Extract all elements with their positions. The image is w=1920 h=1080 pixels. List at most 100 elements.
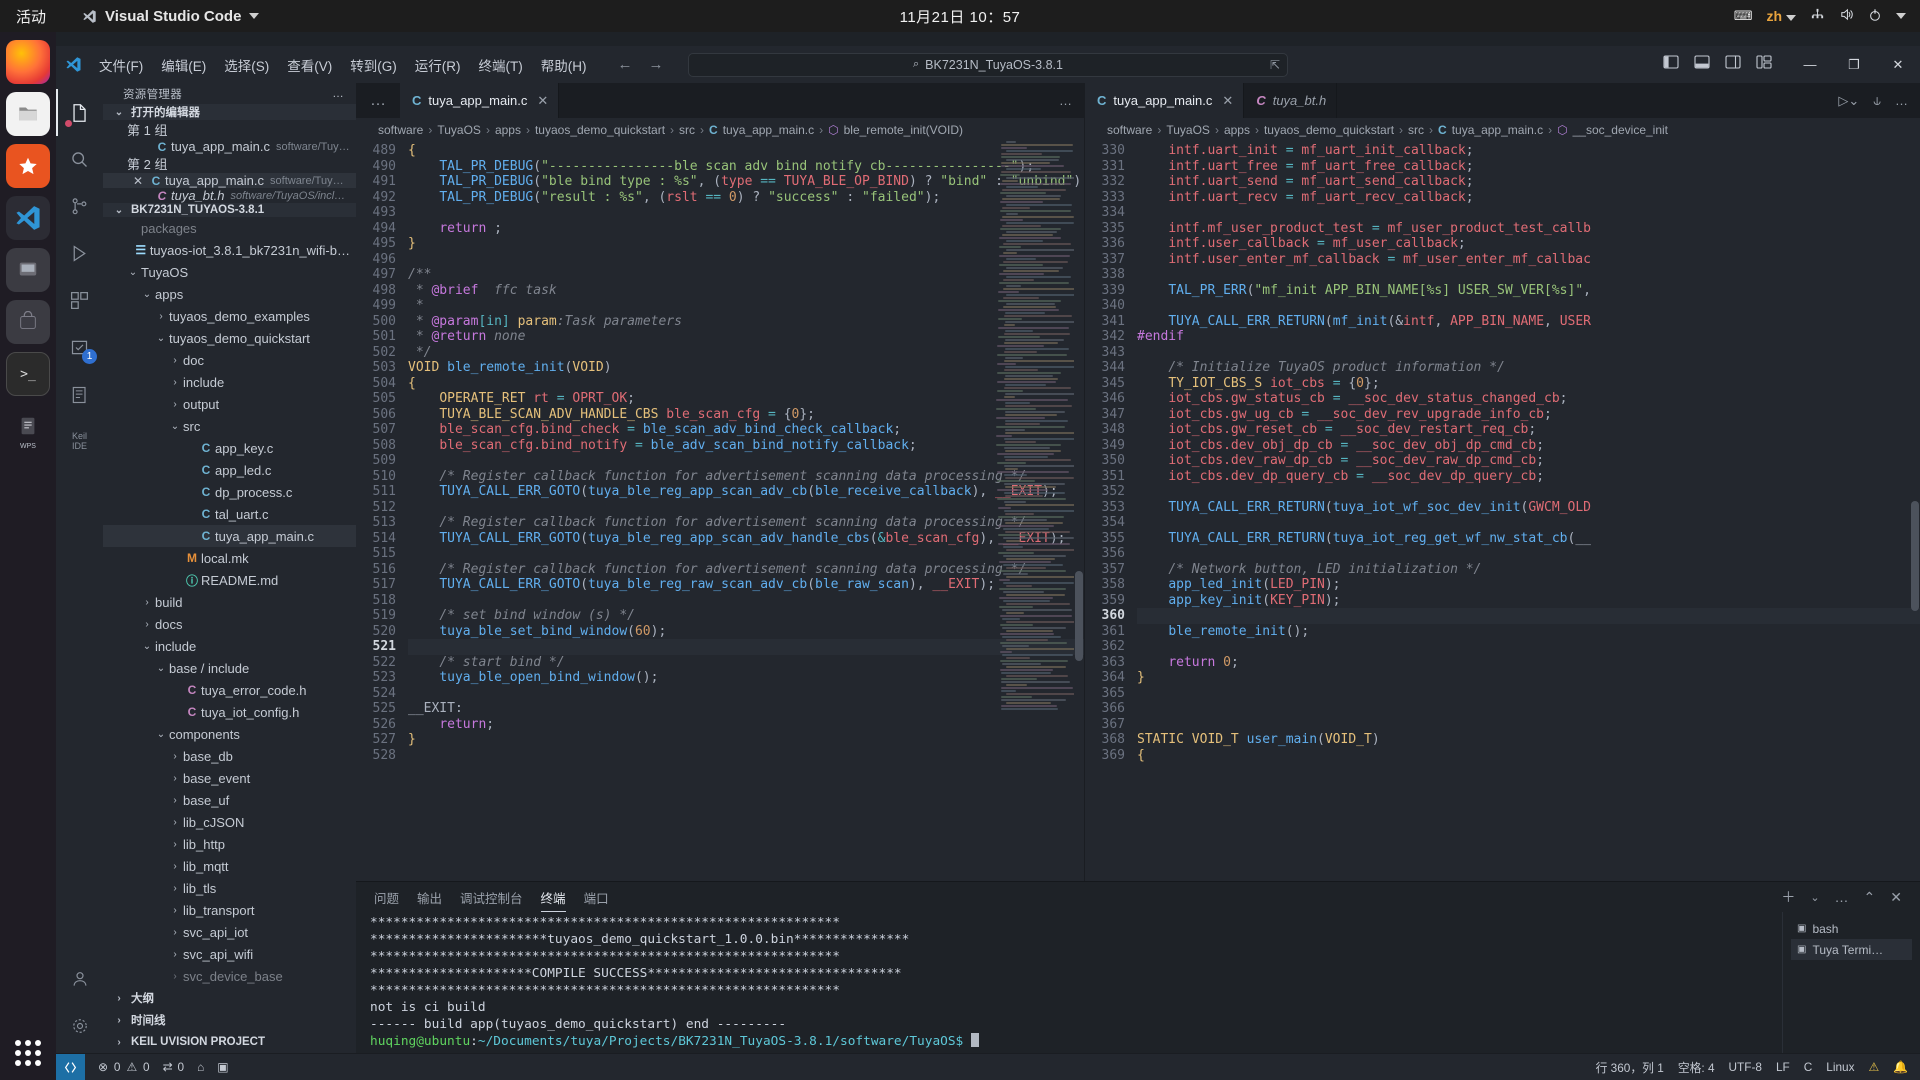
code-line[interactable] <box>1137 686 1920 702</box>
tree-item-base-include[interactable]: ⌄ base / include <box>103 657 356 679</box>
dock-icon-app-center[interactable] <box>6 144 50 188</box>
activity-keil-assistant[interactable]: Keil IDE <box>56 418 103 465</box>
tree-item-tuyaos[interactable]: ⌄ TuyaOS <box>103 261 356 283</box>
dock-icon-wps-office[interactable]: WPS <box>6 404 50 450</box>
code-line[interactable]: app_key_init(KEY_PIN); <box>1137 593 1920 609</box>
dock-icon-ubuntu-software[interactable] <box>6 248 50 292</box>
close-icon[interactable]: ✕ <box>537 93 548 109</box>
dock-icon-vscode[interactable] <box>6 196 50 240</box>
code-line[interactable]: intf.mf_user_product_test = mf_user_prod… <box>1137 221 1920 237</box>
toggle-primary-sidebar-icon[interactable] <box>1663 55 1679 74</box>
more-actions-icon[interactable]: … <box>1059 93 1072 108</box>
code-line[interactable] <box>1137 345 1920 361</box>
code-line[interactable]: ble_remote_init(); <box>1137 624 1920 640</box>
code-line[interactable]: /* Register callback function for advert… <box>408 515 1084 531</box>
code-line[interactable] <box>1137 205 1920 221</box>
terminal-list-item-bash[interactable]: ▣ bash <box>1791 918 1912 939</box>
code-line[interactable]: } <box>408 236 1084 252</box>
dock-icon-files[interactable] <box>6 92 50 136</box>
activity-run-and-debug[interactable] <box>56 230 103 277</box>
breadcrumb-file[interactable]: tuya_app_main.c <box>723 123 814 137</box>
code-line[interactable] <box>1137 484 1920 500</box>
code-line[interactable]: OPERATE_RET rt = OPRT_OK; <box>408 391 1084 407</box>
code-line[interactable]: * @return none <box>408 329 1084 345</box>
code-line[interactable]: * <box>408 298 1084 314</box>
code-line[interactable] <box>408 546 1084 562</box>
editor-group-2[interactable]: 第 2 组 <box>103 154 356 173</box>
panel-tab-debug-console[interactable]: 调试控制台 <box>460 883 523 911</box>
tree-item-app-key-c[interactable]: Capp_key.c <box>103 437 356 459</box>
menu-go[interactable]: 转到(G) <box>341 51 406 79</box>
code-line[interactable]: TUYA_BLE_SCAN_ADV_HANDLE_CBS ble_scan_cf… <box>408 407 1084 423</box>
code-line[interactable]: /** <box>408 267 1084 283</box>
code-line[interactable] <box>408 500 1084 516</box>
minimap-left[interactable] <box>996 141 1074 881</box>
network-icon[interactable] <box>1810 7 1825 25</box>
go-forward-icon[interactable]: → <box>649 56 664 73</box>
tree-item-local-mk[interactable]: Mlocal.mk <box>103 547 356 569</box>
code-line[interactable] <box>408 205 1084 221</box>
chevron-down-icon[interactable] <box>1896 13 1906 19</box>
breadcrumb-apps[interactable]: apps <box>495 123 521 137</box>
tree-item-include[interactable]: › include <box>103 371 356 393</box>
toggle-secondary-sidebar-icon[interactable] <box>1725 55 1741 74</box>
code-line[interactable]: TUYA_CALL_ERR_RETURN(tuya_iot_wf_soc_dev… <box>1137 500 1920 516</box>
code-line[interactable]: /* Register callback function for advert… <box>408 562 1084 578</box>
open-editor-item[interactable]: ✕ C tuya_app_main.c software/Tuy… <box>103 173 356 189</box>
status-home-icon[interactable]: ⌂ <box>197 1060 204 1074</box>
code-line[interactable] <box>408 639 1084 655</box>
code-line[interactable] <box>1137 298 1920 314</box>
code-line[interactable]: TUYA_CALL_ERR_GOTO(tuya_ble_reg_app_scan… <box>408 484 1084 500</box>
breadcrumb-symbol[interactable]: ble_remote_init(VOID) <box>844 123 963 137</box>
activities-button[interactable]: 活动 <box>0 6 60 27</box>
code-line[interactable]: TAL_PR_DEBUG("ble bind type : %s", (type… <box>408 174 1084 190</box>
code-line[interactable] <box>1137 701 1920 717</box>
terminal-output[interactable]: ****************************************… <box>356 912 1782 1053</box>
code-line[interactable]: /* set bind window (s) */ <box>408 608 1084 624</box>
activity-search[interactable] <box>56 136 103 183</box>
tab-tuya-app-main-c-right[interactable]: C tuya_app_main.c ✕ <box>1085 83 1245 118</box>
close-icon[interactable]: ✕ <box>1222 93 1233 109</box>
tree-item-readme-md[interactable]: ⓘ README.md <box>103 569 356 591</box>
breadcrumb-quickstart[interactable]: tuyaos_demo_quickstart <box>1264 123 1394 137</box>
code-line[interactable]: * @brief ffc task <box>408 283 1084 299</box>
split-terminal-icon[interactable]: ⌄ <box>1810 891 1819 904</box>
status-warning-icon[interactable]: ⚠ <box>1868 1060 1879 1074</box>
code-content-left[interactable]: { TAL_PR_DEBUG("----------------ble scan… <box>408 141 1084 881</box>
open-editor-item[interactable]: C tuya_bt.h software/TuyaOS/incl… <box>103 188 356 203</box>
code-line[interactable] <box>408 252 1084 268</box>
tree-item-lib-http[interactable]: › lib_http <box>103 833 356 855</box>
show-applications-button[interactable] <box>15 1040 41 1066</box>
panel-more-actions-icon[interactable]: … <box>1835 889 1849 905</box>
tree-item-output[interactable]: › output <box>103 393 356 415</box>
code-line[interactable]: intf.user_callback = mf_user_callback; <box>1137 236 1920 252</box>
menu-edit[interactable]: 编辑(E) <box>152 51 215 79</box>
status-encoding[interactable]: UTF-8 <box>1729 1060 1762 1074</box>
run-file-icon[interactable]: ▷⌄ <box>1838 93 1859 109</box>
code-line[interactable]: return 0; <box>1137 655 1920 671</box>
terminal-prompt[interactable]: huqing@ubuntu:~/Documents/tuya/Projects/… <box>370 1033 1782 1050</box>
code-line[interactable]: * @param[in] param:Task parameters <box>408 314 1084 330</box>
tree-item-base-event[interactable]: › base_event <box>103 767 356 789</box>
tree-item-tuya-app-main-c[interactable]: Ctuya_app_main.c <box>103 525 356 547</box>
tree-item-base-db[interactable]: › base_db <box>103 745 356 767</box>
menu-view[interactable]: 查看(V) <box>278 51 341 79</box>
code-line[interactable]: STATIC VOID_T user_main(VOID_T) <box>1137 732 1920 748</box>
code-editor-left[interactable]: 489 490 491 492 493 494 495 496 497 498 499 500 501 5… <box>356 141 1084 881</box>
open-editor-item[interactable]: C tuya_app_main.c software/Tuy… <box>103 139 356 154</box>
new-terminal-icon[interactable]: ＋ <box>1781 887 1795 907</box>
code-line[interactable]: #endif <box>1137 329 1920 345</box>
tree-item-svc-api-wifi[interactable]: › svc_api_wifi <box>103 943 356 965</box>
system-clock[interactable]: 11月21日 10：57 <box>900 6 1021 27</box>
current-app-menu[interactable]: Visual Studio Code <box>82 8 260 25</box>
menu-file[interactable]: 文件(F) <box>90 51 152 79</box>
tree-item-docs[interactable]: › docs <box>103 613 356 635</box>
code-line[interactable]: /* Register callback function for advert… <box>408 469 1084 485</box>
breadcrumb-file[interactable]: tuya_app_main.c <box>1452 123 1543 137</box>
more-actions-icon[interactable]: … <box>1895 93 1908 108</box>
code-line[interactable]: TUYA_CALL_ERR_RETURN(tuya_iot_reg_get_wf… <box>1137 531 1920 547</box>
section-timeline[interactable]: › 时间线 <box>103 1009 356 1031</box>
breadcrumb-tuyaos[interactable]: TuyaOS <box>1166 123 1210 137</box>
code-line[interactable]: TY_IOT_CBS_S iot_cbs = {0}; <box>1137 376 1920 392</box>
breadcrumb-quickstart[interactable]: tuyaos_demo_quickstart <box>535 123 665 137</box>
